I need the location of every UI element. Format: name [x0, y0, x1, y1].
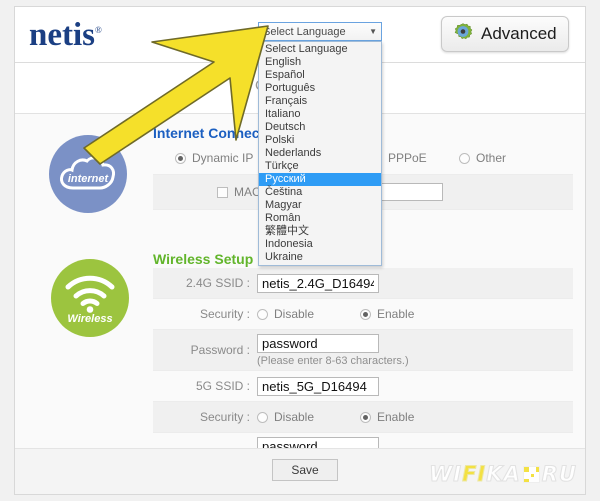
watermark-part-3: KA	[486, 462, 521, 486]
security-label-24g: Security :	[153, 307, 257, 321]
security-field-5g: Disable Enable	[257, 404, 573, 430]
language-option-3[interactable]: Português	[259, 82, 381, 95]
security-enable-label-5g: Enable	[377, 410, 414, 424]
ssid-input-24g[interactable]	[257, 274, 379, 293]
radio-security-disable-24g[interactable]	[257, 309, 268, 320]
ssid-label-24g: 2.4G SSID :	[153, 276, 257, 290]
radio-security-enable-24g[interactable]	[360, 309, 371, 320]
gear-icon	[451, 22, 475, 46]
language-option-16[interactable]: Ukraine	[259, 251, 381, 264]
ssid-field-24g	[257, 274, 573, 293]
ssid-field-5g	[257, 377, 573, 396]
language-option-15[interactable]: Indonesia	[259, 238, 381, 251]
password-field-24g: (Please enter 8-63 characters.)	[257, 334, 573, 367]
password-hint-24g: (Please enter 8-63 characters.)	[257, 355, 573, 367]
language-option-9[interactable]: Türkçe	[259, 160, 381, 173]
qr-code-icon	[523, 466, 540, 483]
radio-security-disable-5g[interactable]	[257, 412, 268, 423]
security-disable-label-5g: Disable	[274, 410, 314, 424]
language-select[interactable]: Select Language chevron-down-icon ▼ Sele…	[258, 22, 382, 266]
language-option-4[interactable]: Français	[259, 95, 381, 108]
language-option-12[interactable]: Magyar	[259, 199, 381, 212]
connection-type-dynamic-ip[interactable]: Dynamic IP	[175, 151, 253, 165]
save-button[interactable]: Save	[272, 459, 338, 481]
language-option-6[interactable]: Deutsch	[259, 121, 381, 134]
mac-clone-checkbox[interactable]	[217, 187, 228, 198]
connection-type-pppoe-label: PPPoE	[388, 151, 427, 165]
screenshot-root: netis® Advanced Q	[0, 0, 600, 501]
watermark-part-1: WI	[429, 462, 462, 486]
wireless-icon: Wireless	[51, 259, 129, 337]
language-option-8[interactable]: Nederlands	[259, 147, 381, 160]
language-option-11[interactable]: Čeština	[259, 186, 381, 199]
wireless-icon-caption: Wireless	[67, 313, 112, 325]
watermark-part-4: RU	[542, 462, 577, 486]
language-option-list[interactable]: Select LanguageEnglishEspañolPortuguêsFr…	[258, 41, 382, 266]
security-disable-5g[interactable]: Disable	[257, 410, 314, 424]
language-option-0[interactable]: Select Language	[259, 43, 381, 56]
wifi-icon	[65, 275, 115, 313]
watermark-part-2: FI	[462, 462, 486, 486]
ssid-row-5g: 5G SSID :	[153, 371, 573, 402]
language-option-10[interactable]: Русский	[259, 173, 381, 186]
password-label-24g: Password :	[153, 343, 257, 357]
radio-dynamic-ip[interactable]	[175, 153, 186, 164]
page-footer: Save WIFIKA RU	[15, 448, 585, 494]
wireless-section-title: Wireless Setup	[153, 251, 253, 267]
netis-logo-text: netis	[29, 17, 95, 53]
security-enable-24g[interactable]: Enable	[360, 307, 414, 321]
ssid-label-5g: 5G SSID :	[153, 379, 257, 393]
caret-glyph: ▼	[369, 27, 377, 36]
radio-other[interactable]	[459, 153, 470, 164]
ssid-input-5g[interactable]	[257, 377, 379, 396]
internet-icon: internet	[49, 135, 127, 213]
language-option-7[interactable]: Polski	[259, 134, 381, 147]
connection-type-other-label: Other	[476, 151, 506, 165]
netis-logo: netis®	[29, 17, 102, 54]
security-label-5g: Security :	[153, 410, 257, 424]
advanced-button[interactable]: Advanced	[441, 16, 569, 52]
connection-type-dynamic-ip-label: Dynamic IP	[192, 151, 253, 165]
security-enable-label-24g: Enable	[377, 307, 414, 321]
ssid-row-24g: 2.4G SSID :	[153, 268, 573, 299]
language-option-5[interactable]: Italiano	[259, 108, 381, 121]
connection-type-other[interactable]: Other	[459, 151, 506, 165]
security-field-24g: Disable Enable	[257, 301, 573, 327]
security-row-5g: Security : Disable Enable	[153, 402, 573, 433]
security-row-24g: Security : Disable Enable	[153, 299, 573, 330]
language-select-trigger[interactable]: Select Language chevron-down-icon ▼	[258, 22, 382, 41]
security-disable-label-24g: Disable	[274, 307, 314, 321]
registered-mark: ®	[95, 25, 102, 35]
password-row-24g: Password : (Please enter 8-63 characters…	[153, 330, 573, 371]
security-disable-24g[interactable]: Disable	[257, 307, 314, 321]
language-option-14[interactable]: 繁體中文	[259, 225, 381, 238]
security-enable-5g[interactable]: Enable	[360, 410, 414, 424]
language-option-13[interactable]: Român	[259, 212, 381, 225]
language-select-value: Select Language	[263, 26, 346, 38]
radio-security-enable-5g[interactable]	[360, 412, 371, 423]
wifika-watermark: WIFIKA RU	[429, 462, 577, 486]
language-option-2[interactable]: Español	[259, 69, 381, 82]
wireless-form-rows: 2.4G SSID : Security : Disable	[153, 268, 573, 474]
password-input-24g[interactable]	[257, 334, 379, 353]
internet-icon-caption: internet	[68, 173, 108, 185]
advanced-button-label: Advanced	[481, 24, 557, 44]
language-option-1[interactable]: English	[259, 56, 381, 69]
